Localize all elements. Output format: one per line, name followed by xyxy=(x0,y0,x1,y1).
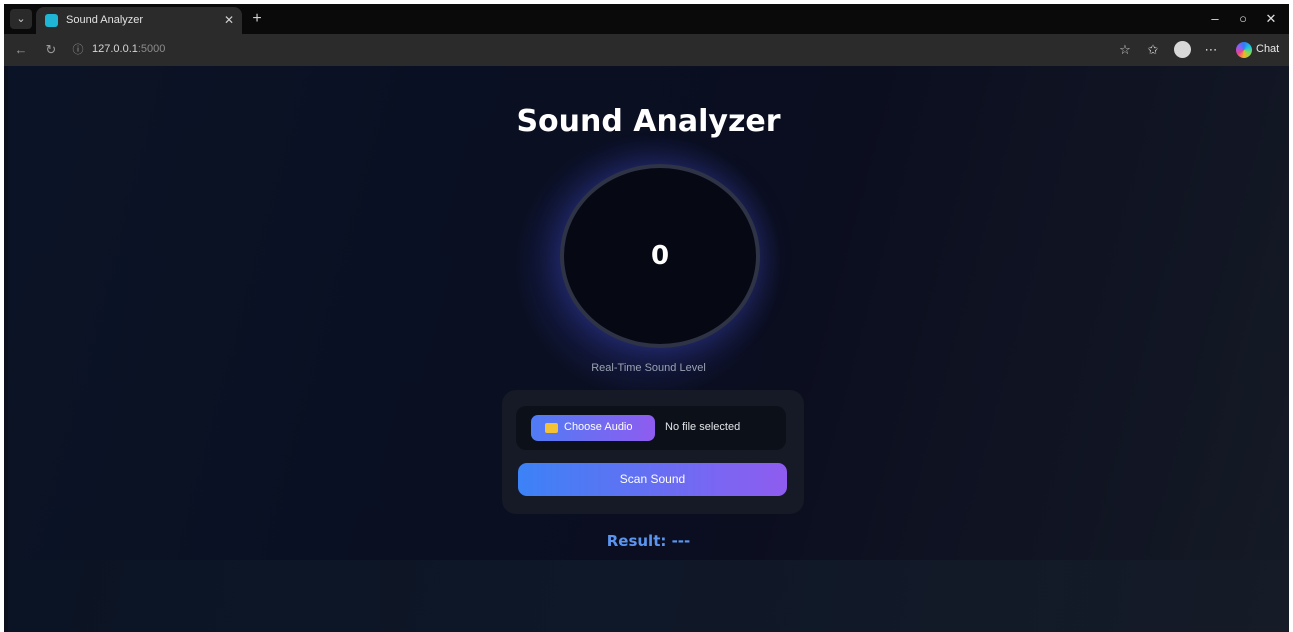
folder-icon xyxy=(545,423,558,433)
profile-avatar-icon[interactable] xyxy=(1174,41,1191,58)
sound-level-value: 0 xyxy=(650,241,670,271)
scan-sound-button[interactable]: Scan Sound xyxy=(518,463,787,496)
address-bar[interactable]: ⓘ 127.0.0.1:5000 xyxy=(70,39,1110,61)
file-input-row: Choose Audio No file selected xyxy=(516,406,786,450)
upload-panel: Choose Audio No file selected Scan Sound xyxy=(502,390,804,514)
url-text: 127.0.0.1:5000 xyxy=(92,43,166,55)
minimize-icon[interactable]: – xyxy=(1203,10,1227,28)
file-status-text: No file selected xyxy=(665,421,741,433)
browser-window: ⌄ Sound Analyzer ✕ + – ○ ✕ ← ↻ ⓘ 127.0.0… xyxy=(4,4,1289,632)
choose-audio-label: Choose Audio xyxy=(564,421,633,433)
tab-strip: ⌄ Sound Analyzer ✕ + – ○ ✕ xyxy=(4,4,1289,34)
site-info-icon[interactable]: ⓘ xyxy=(70,42,86,58)
favicon-icon xyxy=(45,14,58,27)
copilot-icon xyxy=(1236,42,1252,58)
tab-title: Sound Analyzer xyxy=(66,14,144,26)
more-options-icon[interactable]: ⋯ xyxy=(1202,41,1220,59)
favorite-star-icon[interactable]: ☆ xyxy=(1116,41,1134,59)
favorites-icon[interactable]: ✩ xyxy=(1144,41,1162,59)
chat-button[interactable]: Chat xyxy=(1232,39,1282,61)
meter-caption: Real-Time Sound Level xyxy=(591,362,706,374)
browser-tab[interactable]: Sound Analyzer ✕ xyxy=(36,7,242,34)
sound-level-meter: 0 xyxy=(560,164,760,348)
new-tab-icon[interactable]: + xyxy=(248,10,266,28)
close-tab-icon[interactable]: ✕ xyxy=(222,13,236,27)
refresh-icon[interactable]: ↻ xyxy=(42,41,60,59)
restore-icon[interactable]: ○ xyxy=(1231,10,1255,28)
page-viewport: Sound Analyzer 0 Real-Time Sound Level C… xyxy=(8,66,1289,632)
choose-audio-button[interactable]: Choose Audio xyxy=(531,415,655,441)
back-arrow-icon[interactable]: ← xyxy=(12,41,30,59)
result-text: Result: --- xyxy=(606,532,691,550)
chat-label: Chat xyxy=(1256,43,1280,55)
close-window-icon[interactable]: ✕ xyxy=(1259,10,1283,28)
tab-actions-chevron-icon[interactable]: ⌄ xyxy=(10,9,32,29)
address-toolbar: ← ↻ ⓘ 127.0.0.1:5000 ☆ ✩ ⋯ Chat xyxy=(4,34,1289,66)
page-footer-area xyxy=(8,560,1289,632)
